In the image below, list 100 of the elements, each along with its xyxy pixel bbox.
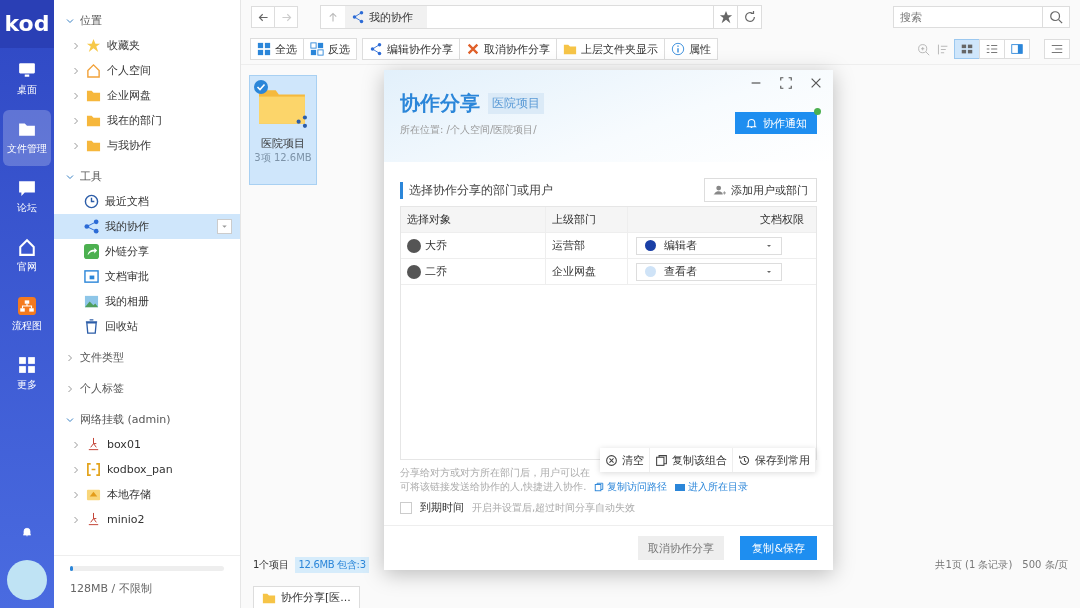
grid-icon [18, 356, 36, 374]
tree-item[interactable]: 我的相册 [54, 289, 240, 314]
menu-icon [1050, 42, 1064, 56]
clear-icon [605, 453, 618, 467]
view-mode-button[interactable] [954, 39, 980, 59]
toolbar-button[interactable]: 全选 [250, 38, 304, 60]
breadcrumb[interactable]: 我的协作 [345, 6, 427, 28]
toolbar-button[interactable]: 编辑协作分享 [362, 38, 460, 60]
tree-item[interactable]: 文档审批 [54, 264, 240, 289]
checkbox[interactable] [400, 501, 412, 514]
column-header: 上级部门 [546, 207, 628, 232]
hint-text: 分享给对方或对方所在部门后，用户可以在 [400, 466, 591, 480]
chevron-right-icon[interactable] [72, 440, 80, 449]
column-header: 选择对象 [401, 207, 546, 232]
tree-item[interactable]: 最近文档 [54, 189, 240, 214]
permission-select[interactable]: 查看者 [636, 262, 782, 281]
tree-section[interactable]: 个人标签 [54, 376, 240, 401]
check-icon [254, 80, 268, 94]
tree-item[interactable]: 我在的部门 [54, 108, 240, 133]
tree-item[interactable]: 个人空间 [54, 58, 240, 83]
item-count: 1个项目 [253, 558, 290, 572]
table-cell: 二乔 [401, 259, 546, 284]
search-field[interactable]: 搜索 [893, 6, 1043, 28]
app-logo[interactable]: kod [0, 0, 54, 48]
cross-icon [466, 42, 480, 56]
toolbar-button[interactable]: 上层文件夹显示 [556, 38, 665, 60]
page-info: 共1页 (1 条记录) [935, 558, 1013, 572]
folder-icon [86, 88, 101, 103]
rail-item[interactable]: 更多 [3, 346, 51, 402]
avatar[interactable] [7, 560, 47, 600]
avatar [407, 264, 421, 279]
chevron-right-icon[interactable] [72, 91, 80, 100]
chevron-down-icon[interactable] [66, 16, 74, 25]
table-cell: 大乔 [401, 233, 546, 258]
tree-section[interactable]: 网络挂载 (admin) [54, 407, 240, 432]
chevron-right-icon[interactable] [72, 141, 80, 150]
folder-tile[interactable]: 医院项目 3项 12.6MB [249, 75, 317, 185]
rail-item[interactable]: 桌面 [3, 51, 51, 107]
chevron-right-icon[interactable] [66, 353, 74, 362]
user-add-icon [713, 183, 726, 197]
permission-select[interactable]: 编辑者 [636, 236, 782, 255]
avatar [407, 238, 421, 253]
tree-section[interactable]: 位置 [54, 8, 240, 33]
tree-item[interactable]: 企业网盘 [54, 83, 240, 108]
action-button[interactable]: 复制该组合 [650, 448, 733, 472]
menu-button[interactable] [1044, 39, 1070, 59]
checkbox-label: 到期时间 [420, 500, 464, 515]
view-mode-button[interactable] [979, 39, 1005, 59]
chevron-down-icon[interactable] [66, 172, 74, 181]
chevron-right-icon[interactable] [72, 490, 80, 499]
storage-text: 128MB / 不限制 [70, 581, 153, 596]
rail-item[interactable]: 官网 [3, 228, 51, 284]
toolbar-button[interactable]: 属性 [664, 38, 718, 60]
toolbar-button[interactable]: 取消协作分享 [459, 38, 557, 60]
chevron-right-icon[interactable] [66, 384, 74, 393]
star-icon [86, 38, 101, 53]
action-button[interactable]: 清空 [600, 448, 650, 472]
tree-item[interactable]: box01 [54, 432, 240, 457]
tree-item[interactable]: 我的协作 [54, 214, 240, 239]
back-button[interactable] [251, 6, 275, 28]
page-size-select[interactable]: 500 条/页 [1022, 558, 1068, 572]
tree-item[interactable]: 外链分享 [54, 239, 240, 264]
tree-section[interactable]: 文件类型 [54, 345, 240, 370]
rail-item[interactable]: 论坛 [3, 169, 51, 225]
tree-item[interactable]: 与我协作 [54, 133, 240, 158]
tree-item[interactable]: 回收站 [54, 314, 240, 339]
chevron-right-icon[interactable] [72, 116, 80, 125]
link[interactable]: 进入所在目录 [675, 480, 749, 494]
chevron-down-icon[interactable] [66, 415, 74, 424]
chevron-right-icon[interactable] [72, 515, 80, 524]
dropdown-button[interactable] [217, 219, 232, 234]
table-cell: 运营部 [546, 233, 628, 258]
add-user-button[interactable]: 添加用户或部门 [704, 178, 817, 202]
view-mode-button[interactable] [1004, 39, 1030, 59]
chat-icon [18, 179, 36, 197]
split-view-icon [1010, 42, 1024, 56]
bracket-icon [86, 462, 101, 477]
toolbar-button[interactable]: 反选 [303, 38, 357, 60]
cancel-share-button[interactable]: 取消协作分享 [638, 536, 725, 560]
chevron-right-icon[interactable] [72, 41, 80, 50]
maximize-button[interactable] [779, 76, 793, 90]
tree-section[interactable]: 工具 [54, 164, 240, 189]
folder-icon [18, 120, 36, 138]
search-button[interactable] [1042, 6, 1070, 28]
rail-item[interactable]: 流程图 [3, 287, 51, 343]
close-icon [809, 76, 823, 90]
invert-select-icon [310, 42, 324, 56]
tree-item[interactable]: 本地存储 [54, 482, 240, 507]
action-button[interactable]: 保存到常用 [733, 448, 816, 472]
tree-item[interactable]: minio2 [54, 507, 240, 532]
chevron-right-icon[interactable] [72, 66, 80, 75]
bell-icon [21, 526, 33, 538]
link[interactable]: 复制访问路径 [594, 480, 668, 494]
chevron-right-icon[interactable] [72, 465, 80, 474]
rail-item[interactable]: 文件管理 [3, 110, 51, 166]
tree-item[interactable]: 收藏夹 [54, 33, 240, 58]
close-button[interactable] [809, 76, 823, 90]
task-tab[interactable]: 协作分享[医... [253, 586, 360, 608]
tree-item[interactable]: kodbox_pan [54, 457, 240, 482]
folder-name: 医院项目 [261, 136, 305, 151]
